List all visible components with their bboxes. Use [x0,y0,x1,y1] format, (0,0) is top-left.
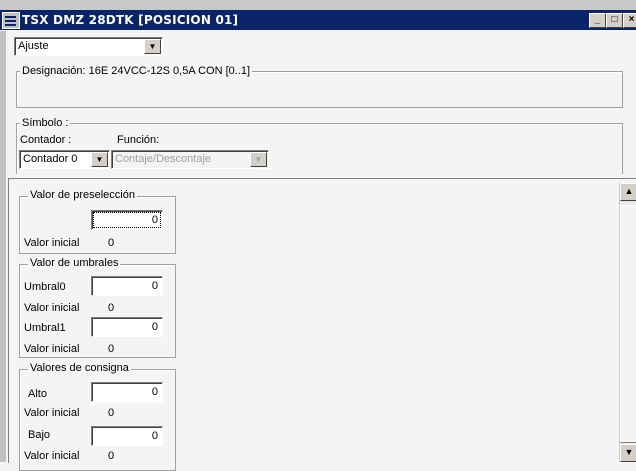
preselection-initial-value: 0 [108,237,115,249]
preselection-value: 0 [151,214,158,226]
threshold0-value: 0 [151,280,158,292]
preselection-initial-label: Valor inicial [24,237,80,249]
counter-label: Contador : [20,134,72,146]
low-initial-label: Valor inicial [24,450,80,462]
low-input[interactable]: 0 [91,426,163,446]
low-initial-value: 0 [108,450,115,462]
scroll-down-button[interactable]: ▼ [620,444,636,462]
high-initial-value: 0 [108,407,115,419]
low-value: 0 [151,430,158,442]
counter-select-value: Contador 0 [23,153,78,165]
scroll-up-button[interactable]: ▲ [620,183,636,201]
chevron-down-icon[interactable]: ▼ [91,152,108,167]
minimize-button[interactable]: _ [589,13,606,28]
function-select[interactable]: Contaje/Descontaje ▼ [111,150,269,169]
background-strip [0,0,636,10]
function-label: Función: [117,134,160,146]
threshold0-label: Umbral0 [24,281,66,293]
title-bar[interactable]: TSX DMZ 28DTK [POSICION 01] _ □ × [0,10,636,30]
threshold0-initial-label: Valor inicial [24,302,80,314]
function-select-value: Contaje/Descontaje [115,153,212,165]
window-title: TSX DMZ 28DTK [POSICION 01] [22,13,239,27]
threshold1-initial-label: Valor inicial [24,343,80,355]
threshold0-input[interactable]: 0 [91,276,163,296]
thresholds-title: Valor de umbrales [28,257,121,269]
mode-select[interactable]: Ajuste ▼ [14,37,163,56]
high-input[interactable]: 0 [91,382,163,402]
counter-select[interactable]: Contador 0 ▼ [19,150,110,169]
threshold1-label: Umbral1 [24,322,66,334]
mode-select-value: Ajuste [18,40,49,52]
threshold1-initial-value: 0 [108,343,115,355]
low-label: Bajo [28,429,51,441]
maximize-button[interactable]: □ [606,13,623,28]
setpoints-title: Valores de consigna [28,362,131,374]
left-edge [0,31,6,462]
app-icon [2,12,20,29]
threshold1-value: 0 [151,321,158,333]
designation-label: Designación: 16E 24VCC-12S 0,5A CON [0..… [20,65,253,77]
chevron-down-icon: ▼ [250,152,267,167]
high-initial-label: Valor inicial [24,407,80,419]
threshold0-initial-value: 0 [108,302,115,314]
preselection-input[interactable]: 0 [91,210,163,230]
chevron-down-icon[interactable]: ▼ [144,39,161,54]
high-label: Alto [28,388,47,400]
high-value: 0 [151,386,158,398]
preselection-title: Valor de preselección [28,189,137,201]
symbol-label: Símbolo : [20,117,71,129]
threshold1-input[interactable]: 0 [91,317,163,337]
vertical-scrollbar[interactable]: ▲ ▼ [619,183,636,462]
close-button[interactable]: × [623,13,636,28]
scroll-thumb[interactable] [620,205,636,443]
